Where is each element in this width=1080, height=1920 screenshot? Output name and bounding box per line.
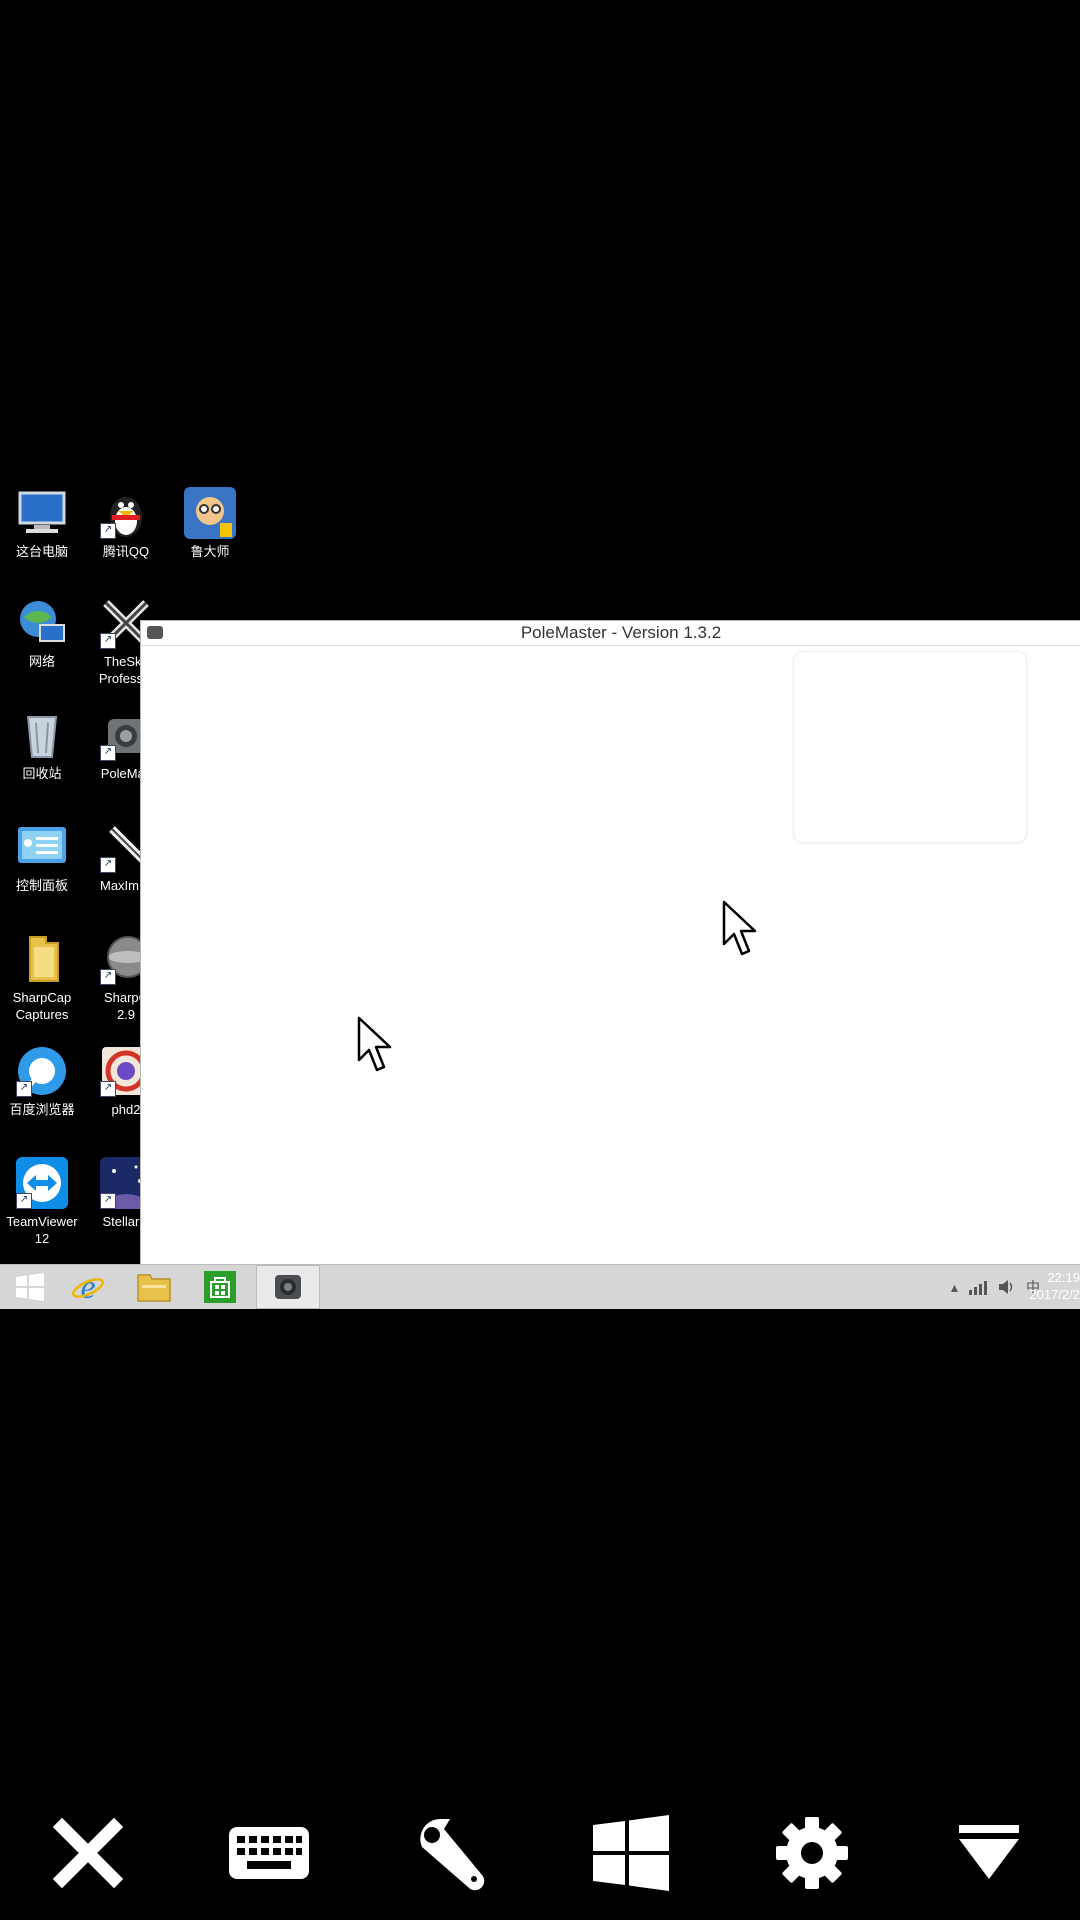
recycle-bin-icon	[16, 709, 68, 761]
desktop-icon-qq[interactable]: ↗ 腾讯QQ	[84, 487, 168, 560]
folder-icon	[16, 933, 68, 985]
shortcut-arrow-icon: ↗	[100, 1193, 116, 1209]
polemaster-window[interactable]: PoleMaster - Version 1.3.2	[140, 620, 1080, 1267]
desktop-icon-label: 百度浏览器	[9, 1102, 75, 1117]
desktop-icon-label: 这台电脑	[15, 544, 68, 559]
desktop-icon-control-panel[interactable]: 控制面板	[0, 821, 84, 894]
window-title: PoleMaster - Version 1.3.2	[520, 623, 722, 642]
computer-icon	[16, 487, 68, 539]
close-icon	[52, 1817, 124, 1889]
windows-key-button[interactable]	[586, 1808, 676, 1898]
desktop-icon-label: 回收站	[22, 766, 62, 781]
store-icon	[204, 1271, 236, 1303]
shortcut-arrow-icon: ↗	[100, 745, 116, 761]
taskbar-store[interactable]	[190, 1265, 250, 1309]
svg-text:e: e	[80, 1270, 95, 1304]
baidu-browser-icon: ↗	[16, 1045, 68, 1097]
hide-toolbar-button[interactable]	[944, 1808, 1034, 1898]
dropdown-icon	[959, 1825, 1019, 1879]
shortcut-arrow-icon: ↗	[100, 857, 116, 873]
file-explorer-icon	[137, 1274, 171, 1302]
gear-icon	[776, 1817, 848, 1889]
network-signal-icon[interactable]	[968, 1279, 988, 1295]
desktop-icon-network[interactable]: 网络	[0, 597, 84, 670]
wrench-icon	[420, 1819, 485, 1891]
keyboard-button[interactable]	[224, 1808, 314, 1898]
taskbar-polemaster[interactable]	[256, 1265, 320, 1309]
shortcut-arrow-icon: ↗	[100, 523, 116, 539]
desktop-icon-baidu-browser[interactable]: ↗ 百度浏览器	[0, 1045, 84, 1118]
clock-date: 2017/2/2	[1029, 1287, 1080, 1302]
desktop-icon-ludashi[interactable]: 鲁大师	[168, 487, 252, 560]
ludashi-icon	[184, 487, 236, 539]
shortcut-arrow-icon: ↗	[100, 633, 116, 649]
start-icon	[16, 1273, 44, 1301]
tools-button[interactable]	[405, 1808, 495, 1898]
desktop-icon-label: 网络	[28, 654, 55, 669]
control-panel-icon	[16, 821, 68, 873]
desktop-icon-label: 腾讯QQ	[102, 544, 150, 559]
qq-penguin-icon: ↗	[100, 487, 152, 539]
desktop-icon-sharpcap-captures[interactable]: SharpCap Captures	[0, 933, 84, 1023]
desktop-icon-label: 控制面板	[15, 878, 68, 893]
shortcut-arrow-icon: ↗	[16, 1193, 32, 1209]
polemaster-app-icon	[275, 1275, 301, 1299]
network-icon	[16, 597, 68, 649]
remote-control-toolbar	[0, 1800, 1080, 1910]
taskbar-file-explorer[interactable]	[124, 1265, 184, 1309]
shortcut-arrow-icon: ↗	[16, 1081, 32, 1097]
window-titlebar[interactable]: PoleMaster - Version 1.3.2	[141, 621, 1080, 646]
desktop-icon-recycle-bin[interactable]: 回收站	[0, 709, 84, 782]
info-panel	[793, 651, 1027, 843]
shortcut-arrow-icon: ↗	[100, 1081, 116, 1097]
mouse-cursor-icon	[357, 1016, 392, 1072]
teamviewer-icon: ↗	[16, 1157, 68, 1209]
desktop-icon-this-pc[interactable]: 这台电脑	[0, 487, 84, 560]
tray-overflow-chevron-icon[interactable]: ▴	[951, 1279, 958, 1296]
close-session-button[interactable]	[43, 1808, 133, 1898]
keyboard-icon	[229, 1827, 309, 1879]
ie-icon: e	[72, 1270, 104, 1304]
taskbar: e ▴ 中 22:19 2017/2/2	[0, 1264, 1080, 1309]
taskbar-clock[interactable]: 22:19 2017/2/2	[990, 1269, 1080, 1303]
desktop-icon-label: 鲁大师	[190, 544, 230, 559]
start-button[interactable]	[0, 1265, 60, 1309]
clock-time: 22:19	[1047, 1270, 1080, 1285]
mouse-cursor-icon	[722, 900, 757, 956]
settings-button[interactable]	[767, 1808, 857, 1898]
windows-icon	[593, 1815, 669, 1891]
desktop-icon-label: SharpCap Captures	[12, 990, 72, 1022]
desktop-icon-label: TeamViewer 12	[6, 1214, 78, 1246]
taskbar-ie[interactable]: e	[58, 1265, 118, 1309]
shortcut-arrow-icon: ↗	[100, 969, 116, 985]
desktop-icon-teamviewer[interactable]: ↗ TeamViewer 12	[0, 1157, 84, 1247]
